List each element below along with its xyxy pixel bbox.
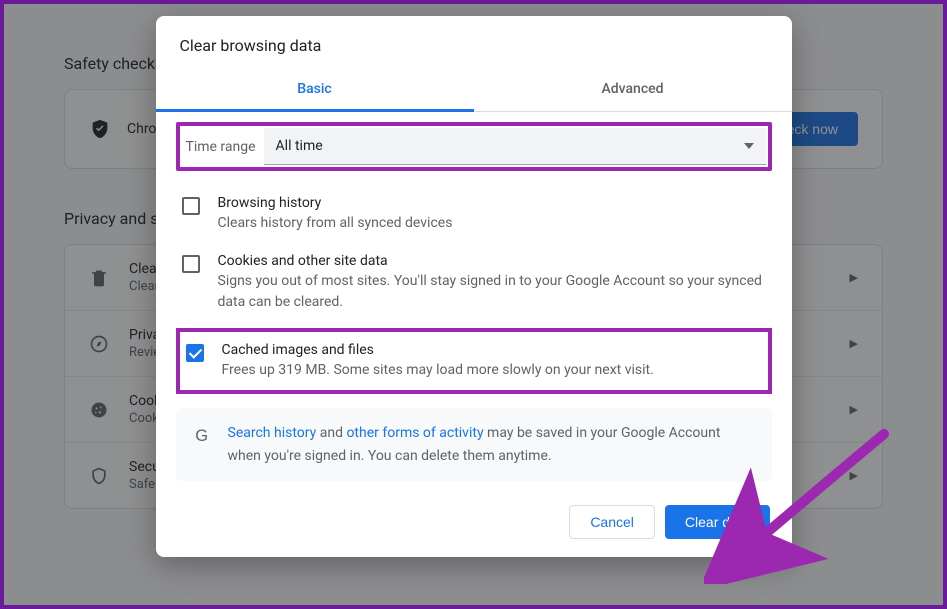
svg-text:G: G: [195, 427, 208, 445]
option-browsing-history[interactable]: Browsing history Clears history from all…: [176, 185, 772, 243]
dialog-tabs: Basic Advanced: [156, 69, 792, 112]
dropdown-caret-icon: [744, 143, 754, 149]
dialog-actions: Cancel Clear data: [156, 491, 792, 557]
clear-browsing-data-dialog: Clear browsing data Basic Advanced Time …: [156, 16, 792, 557]
cancel-button[interactable]: Cancel: [569, 505, 655, 539]
other-activity-link[interactable]: other forms of activity: [346, 425, 483, 441]
google-g-icon: G G: [192, 424, 214, 446]
time-range-select[interactable]: All time: [264, 128, 766, 165]
time-range-row: Time range All time: [176, 122, 772, 171]
checkbox-cookies[interactable]: [182, 255, 200, 273]
modal-overlay: Clear browsing data Basic Advanced Time …: [4, 4, 943, 605]
google-account-notice: G G Search history and other forms of ac…: [176, 408, 772, 481]
tab-advanced[interactable]: Advanced: [474, 69, 792, 111]
checkbox-cached-images[interactable]: [186, 344, 204, 362]
option-title: Cached images and files: [222, 342, 762, 358]
option-desc: Clears history from all synced devices: [218, 213, 766, 233]
time-range-label: Time range: [182, 139, 264, 155]
notice-text: Search history and other forms of activi…: [228, 422, 756, 467]
option-cookies[interactable]: Cookies and other site data Signs you ou…: [176, 243, 772, 322]
option-title: Browsing history: [218, 195, 766, 211]
tab-basic[interactable]: Basic: [156, 69, 474, 111]
checkbox-browsing-history[interactable]: [182, 197, 200, 215]
option-desc: Frees up 319 MB. Some sites may load mor…: [222, 360, 762, 380]
option-title: Cookies and other site data: [218, 253, 766, 269]
option-desc: Signs you out of most sites. You'll stay…: [218, 271, 766, 312]
search-history-link[interactable]: Search history: [228, 425, 317, 441]
option-cached-images[interactable]: Cached images and files Frees up 319 MB.…: [176, 328, 772, 394]
clear-data-button[interactable]: Clear data: [665, 505, 770, 539]
time-range-value: All time: [276, 138, 323, 154]
dialog-title: Clear browsing data: [156, 16, 792, 69]
